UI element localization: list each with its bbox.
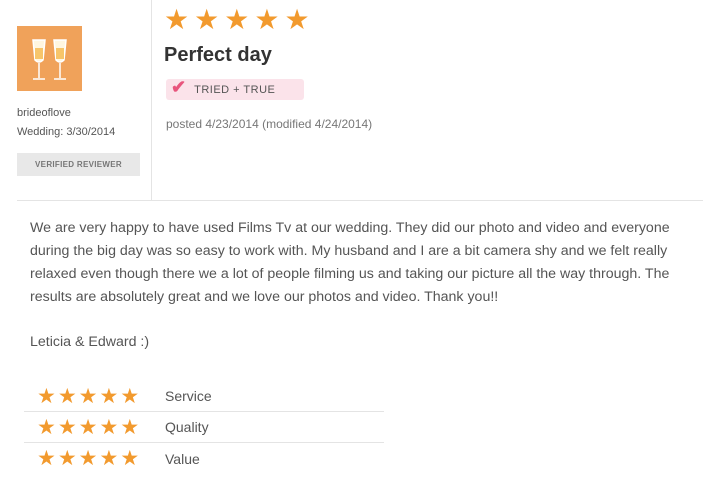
badge-label: TRIED + TRUE xyxy=(194,83,276,96)
rating-label: Service xyxy=(165,388,212,404)
star-icon: ★ xyxy=(37,415,56,439)
tried-true-badge: ✔ TRIED + TRUE xyxy=(166,76,304,100)
rating-stars: ★ ★ ★ ★ ★ xyxy=(37,417,165,438)
rating-label: Quality xyxy=(165,419,209,435)
rating-row-service: ★ ★ ★ ★ ★ Service xyxy=(24,381,384,412)
star-icon: ★ xyxy=(224,4,250,35)
star-icon: ★ xyxy=(120,447,140,470)
star-icon: ★ xyxy=(57,384,77,408)
divider xyxy=(17,200,703,201)
avatar[interactable] xyxy=(17,26,82,91)
star-icon: ★ xyxy=(120,415,140,439)
reviewer-panel: brideoflove Wedding: 3/30/2014 VERIFIED … xyxy=(0,0,152,200)
rating-row-value: ★ ★ ★ ★ ★ Value xyxy=(24,443,384,474)
review-title: Perfect day xyxy=(164,44,272,66)
rating-stars: ★ ★ ★ ★ ★ xyxy=(37,448,165,469)
posted-date: posted 4/23/2014 (modified 4/24/2014) xyxy=(166,117,373,131)
review-signature: Leticia & Edward :) xyxy=(30,334,150,350)
star-icon: ★ xyxy=(78,384,98,408)
star-icon: ★ xyxy=(78,447,98,470)
star-icon: ★ xyxy=(78,415,98,439)
rating-row-quality: ★ ★ ★ ★ ★ Quality xyxy=(24,412,384,443)
champagne-glasses-icon xyxy=(17,26,82,91)
star-icon: ★ xyxy=(254,4,280,35)
category-ratings: ★ ★ ★ ★ ★ Service ★ ★ ★ ★ ★ Quality ★ ★ … xyxy=(24,381,384,474)
star-icon: ★ xyxy=(164,4,190,35)
star-icon: ★ xyxy=(284,4,310,35)
star-icon: ★ xyxy=(37,447,56,470)
review-body: We are very happy to have used Films Tv … xyxy=(30,220,670,305)
star-icon: ★ xyxy=(37,384,56,408)
reviewer-username[interactable]: brideoflove xyxy=(17,107,71,119)
star-icon: ★ xyxy=(57,447,77,470)
star-icon: ★ xyxy=(99,447,119,470)
star-icon: ★ xyxy=(99,415,119,439)
star-icon: ★ xyxy=(99,384,119,408)
star-icon: ★ xyxy=(120,384,140,408)
rating-stars: ★ ★ ★ ★ ★ xyxy=(37,386,165,407)
wedding-date: Wedding: 3/30/2014 xyxy=(17,126,116,138)
rating-label: Value xyxy=(165,450,200,467)
star-icon: ★ xyxy=(194,4,220,35)
star-icon: ★ xyxy=(57,415,77,439)
checkmark-icon: ✔ xyxy=(171,76,187,97)
overall-rating: ★ ★ ★ ★ ★ xyxy=(164,6,310,34)
verified-reviewer-badge: VERIFIED REVIEWER xyxy=(17,153,140,176)
